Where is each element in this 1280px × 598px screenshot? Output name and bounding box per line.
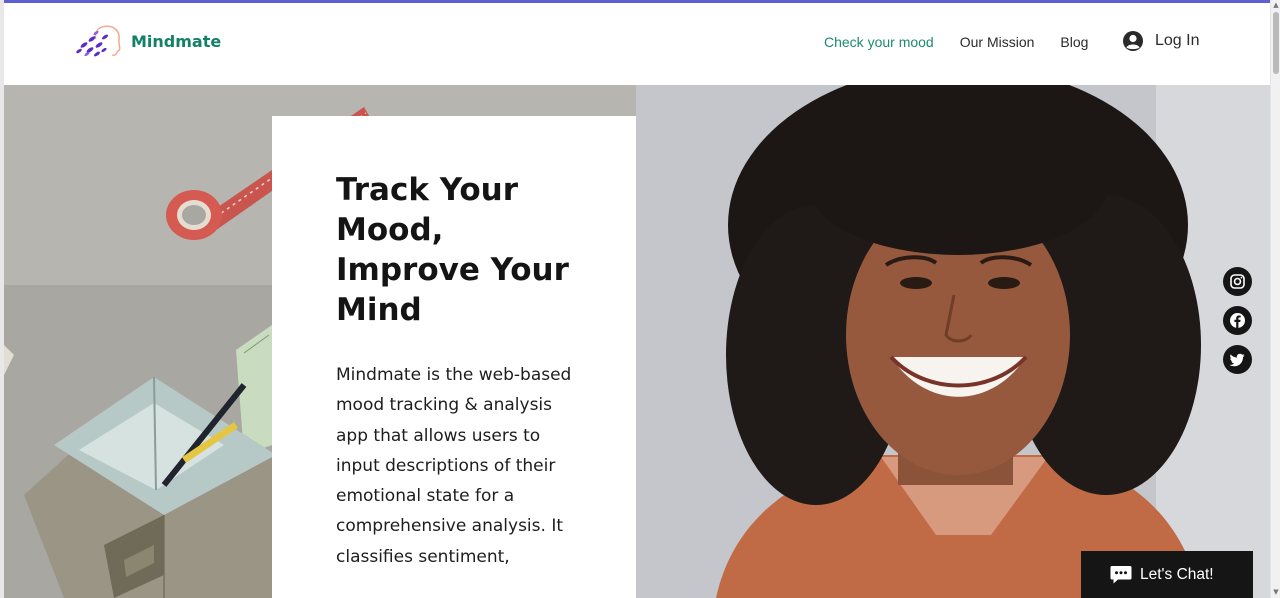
nav-our-mission[interactable]: Our Mission xyxy=(960,34,1035,50)
hero-image-portrait xyxy=(636,85,1270,598)
chat-bubble-icon xyxy=(1110,565,1132,583)
scrollbar-thumb[interactable] xyxy=(1273,12,1279,74)
nav-check-your-mood[interactable]: Check your mood xyxy=(824,34,934,50)
scroll-up-arrow-icon[interactable]: ▲ xyxy=(1272,1,1280,9)
site-header: Mindmate Check your mood Our Mission Blo… xyxy=(4,3,1270,85)
facebook-link[interactable] xyxy=(1223,306,1252,335)
page-scrollbar[interactable]: ▲ ▼ xyxy=(1270,0,1280,598)
twitter-link[interactable] xyxy=(1223,345,1252,374)
hero-headline: Track Your Mood, Improve Your Mind xyxy=(336,172,569,328)
brand-logo[interactable]: Mindmate xyxy=(72,23,221,59)
smiling-woman-portrait xyxy=(636,85,1270,598)
login-button[interactable]: Log In xyxy=(1122,30,1199,52)
brand-name: Mindmate xyxy=(131,31,222,51)
instagram-link[interactable] xyxy=(1223,267,1252,296)
facebook-icon xyxy=(1230,313,1245,328)
chat-label: Let's Chat! xyxy=(1140,565,1214,583)
hero-card: Track Your Mood, Improve Your Mind Mindm… xyxy=(272,116,636,598)
hero-description: Mindmate is the web-based mood tracking … xyxy=(336,365,572,567)
main-nav: Check your mood Our Mission Blog xyxy=(824,34,1114,50)
login-label: Log In xyxy=(1155,32,1200,49)
twitter-icon xyxy=(1229,353,1245,367)
instagram-icon xyxy=(1230,274,1245,289)
nav-blog[interactable]: Blog xyxy=(1060,34,1088,50)
scroll-down-arrow-icon[interactable]: ▼ xyxy=(1272,588,1280,596)
chat-widget-button[interactable]: Let's Chat! xyxy=(1081,551,1253,598)
mindmate-logo-icon xyxy=(76,25,121,57)
social-bar xyxy=(1223,267,1252,384)
user-avatar-icon xyxy=(1123,31,1143,51)
